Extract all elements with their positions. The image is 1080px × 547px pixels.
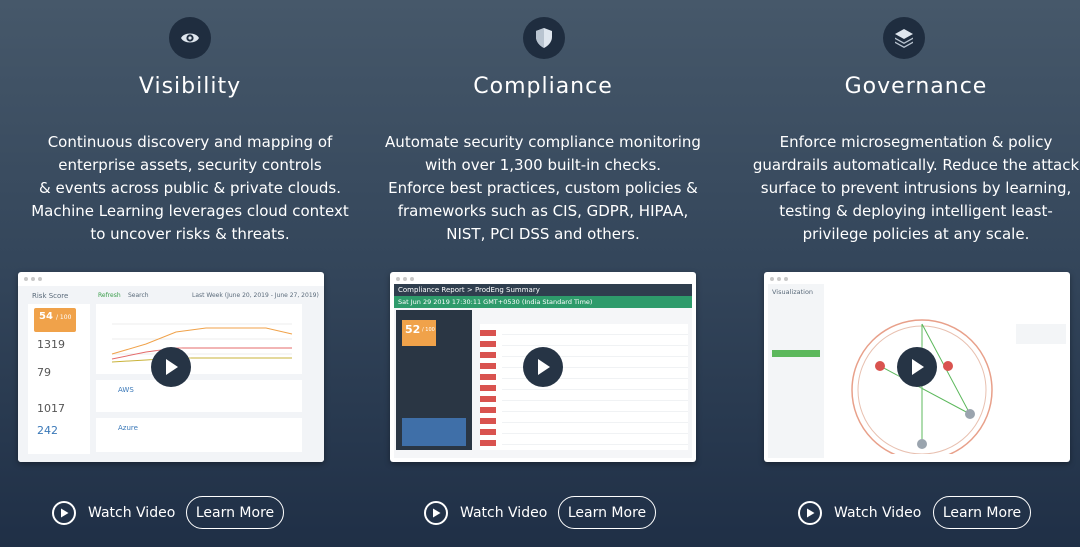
- learn-more-button[interactable]: Learn More: [558, 496, 656, 529]
- ss-search: Search: [128, 292, 149, 299]
- shield-icon: [523, 17, 565, 59]
- feature-description: Continuous discovery and mapping of ente…: [31, 133, 349, 243]
- watch-video-button[interactable]: Watch Video: [52, 501, 175, 525]
- ss-title: Risk Score: [32, 292, 69, 300]
- ss-score: 54: [39, 311, 53, 322]
- ss-cloud2: Azure: [118, 424, 138, 432]
- ss-cloud1: AWS: [118, 386, 134, 394]
- window-dots: [770, 277, 788, 281]
- ss-header: Compliance Report > ProdEng Summary: [398, 286, 540, 294]
- ss-score-max: / 100: [422, 327, 435, 333]
- play-circle-icon: [52, 501, 76, 525]
- video-thumbnail-governance[interactable]: Visualization: [764, 272, 1070, 462]
- ss-stat3: 1017: [37, 402, 65, 415]
- ss-header: Visualization: [772, 288, 814, 296]
- feature-description: Enforce microsegmentation & policy guard…: [752, 133, 1080, 243]
- feature-actions: Watch Video Learn More: [360, 496, 720, 530]
- play-icon[interactable]: [151, 347, 191, 387]
- ss-score-max: / 100: [56, 314, 72, 321]
- feature-actions: Watch Video Learn More: [0, 496, 360, 530]
- feature-title: Governance: [844, 74, 988, 99]
- play-circle-icon: [798, 501, 822, 525]
- watch-video-label: Watch Video: [88, 505, 176, 521]
- feature-title: Visibility: [138, 74, 242, 99]
- learn-more-button[interactable]: Learn More: [933, 496, 1031, 529]
- feature-description: Automate security compliance monitoring …: [385, 133, 701, 243]
- feature-title: Compliance: [473, 74, 613, 99]
- ss-date: Sat Jun 29 2019 17:30:11 GMT+0530 (India…: [398, 298, 593, 306]
- learn-more-button[interactable]: Learn More: [186, 496, 284, 529]
- window-dots: [396, 277, 414, 281]
- feature-actions: Watch Video Learn More: [720, 496, 1080, 530]
- play-icon[interactable]: [523, 347, 563, 387]
- ss-refresh: Refresh: [98, 292, 121, 299]
- ss-score: 52: [405, 323, 421, 336]
- feature-governance: Governance Enforce microsegmentation & p…: [720, 0, 1080, 547]
- ss-stat2: 79: [37, 366, 51, 379]
- feature-visibility: Visibility Continuous discovery and mapp…: [0, 0, 360, 547]
- play-circle-icon: [424, 501, 448, 525]
- watch-video-button[interactable]: Watch Video: [424, 501, 547, 525]
- ss-stat1: 1319: [37, 338, 65, 351]
- video-thumbnail-compliance[interactable]: Compliance Report > ProdEng Summary Sat …: [390, 272, 696, 462]
- ss-range: Last Week (June 20, 2019 - June 27, 2019…: [192, 292, 319, 299]
- watch-video-button[interactable]: Watch Video: [798, 501, 921, 525]
- watch-video-label: Watch Video: [834, 505, 922, 521]
- feature-compliance: Compliance Automate security compliance …: [360, 0, 720, 547]
- ss-stat4: 242: [37, 424, 58, 437]
- window-dots: [24, 277, 42, 281]
- play-icon[interactable]: [897, 347, 937, 387]
- video-thumbnail-visibility[interactable]: Risk Score Refresh Search Last Week (Jun…: [18, 272, 324, 462]
- watch-video-label: Watch Video: [460, 505, 548, 521]
- layers-icon: [883, 17, 925, 59]
- eye-icon: [169, 17, 211, 59]
